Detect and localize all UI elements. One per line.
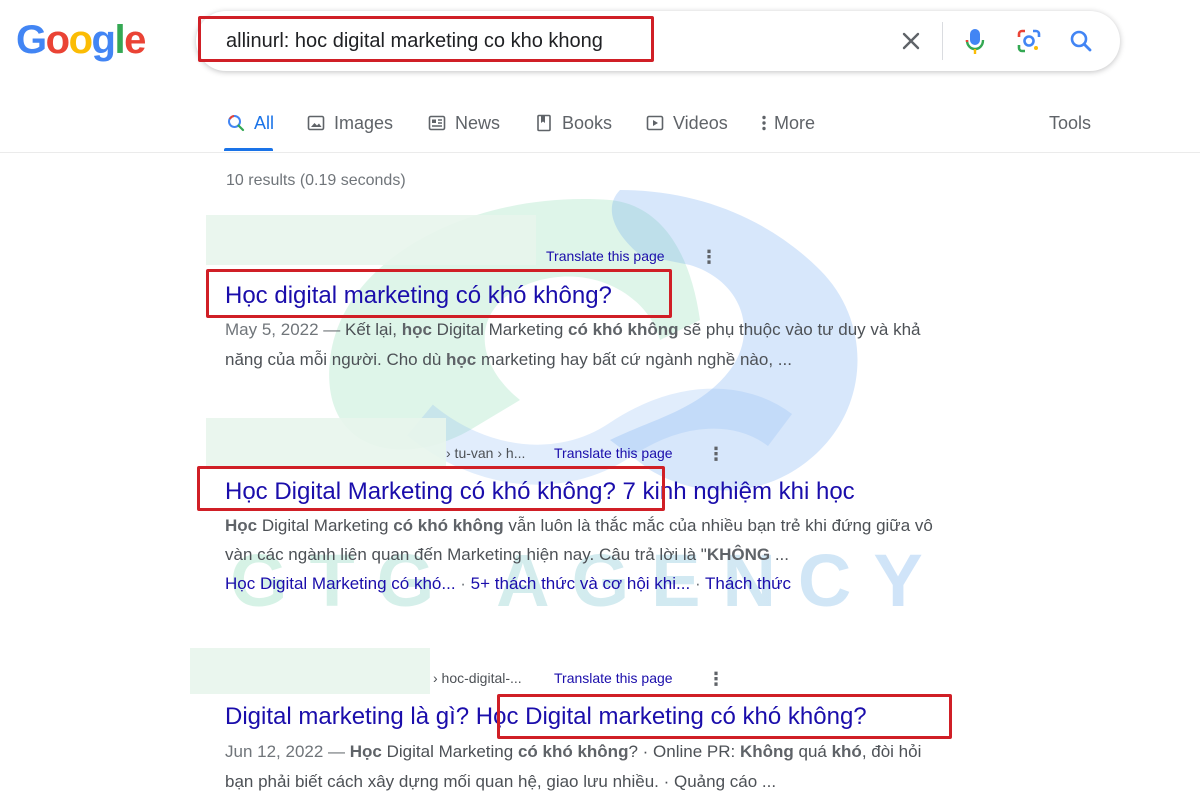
sitelink[interactable]: Học Digital Marketing có khó... <box>225 574 456 593</box>
result-breadcrumb[interactable]: › hoc-digital-... <box>433 670 522 686</box>
result-title[interactable]: Học Digital Marketing có khó không? 7 ki… <box>225 478 855 506</box>
google-logo[interactable]: Google <box>16 18 146 62</box>
tools-button[interactable]: Tools <box>1049 110 1091 136</box>
snippet-text: , đòi hỏi <box>861 742 922 761</box>
snippet-text: Kết lại, <box>345 320 402 339</box>
news-icon <box>427 113 447 133</box>
tab-books[interactable]: Books <box>534 110 612 136</box>
logo-letter: g <box>91 18 116 62</box>
snippet-keyword: học <box>446 350 477 369</box>
snippet-text: Digital Marketing <box>431 320 569 339</box>
logo-letter: e <box>124 18 146 62</box>
tab-label: News <box>455 112 501 133</box>
snippet-text: quá <box>793 742 832 761</box>
snippet-text: bạn phải biết cách xây dựng mối quan hệ,… <box>225 772 777 791</box>
result-date: May 5, 2022 — <box>225 320 346 339</box>
result-date: Jun 12, 2022 — <box>225 742 350 761</box>
tab-all[interactable]: All <box>226 110 274 136</box>
logo-letter: G <box>16 18 47 62</box>
snippet-text: sẽ phụ thuộc vào tư duy và khả <box>678 320 921 339</box>
result-title-main: Học Digital marketing có khó không? <box>475 703 867 730</box>
logo-letter: o <box>68 18 93 62</box>
snippet-keyword: có khó không <box>568 320 679 339</box>
result-snippet-line: vàn các ngành liên quan đến Marketing hi… <box>225 540 789 570</box>
search-input[interactable]: allinurl: hoc digital marketing co kho k… <box>226 30 603 53</box>
more-vert-icon <box>758 113 770 133</box>
tab-videos[interactable]: Videos <box>645 110 728 136</box>
translate-link[interactable]: Translate this page <box>546 248 665 264</box>
snippet-text: Digital Marketing <box>381 742 518 761</box>
redacted-url-block <box>206 215 536 265</box>
result-breadcrumb[interactable]: › tu-van › h... <box>446 445 525 461</box>
result-snippet-line: Jun 12, 2022 — Học Digital Marketing có … <box>225 737 921 767</box>
snippet-keyword: Học <box>225 516 258 535</box>
result-title-prefix: Digital marketing là gì? <box>225 703 476 730</box>
snippet-keyword: KHÔNG <box>706 545 771 564</box>
more-options-icon[interactable]: ⋮ <box>700 248 718 266</box>
snippet-text: ? · Online PR: <box>628 742 740 761</box>
result-title[interactable]: Digital marketing là gì? Học Digital mar… <box>225 703 867 731</box>
active-tab-indicator <box>224 148 273 151</box>
snippet-text: ... <box>770 545 790 564</box>
search-icon[interactable] <box>1066 26 1096 56</box>
snippet-text: vẫn luôn là thắc mắc của nhiều bạn trẻ k… <box>503 516 933 535</box>
tab-label: More <box>774 112 816 133</box>
tab-images[interactable]: Images <box>306 110 393 136</box>
snippet-text: vàn các ngành liên quan đến Marketing hi… <box>225 545 707 564</box>
translate-link[interactable]: Translate this page <box>554 670 673 686</box>
result-snippet-line: bạn phải biết cách xây dựng mối quan hệ,… <box>225 767 776 797</box>
more-options-icon[interactable]: ⋮ <box>707 670 725 688</box>
redacted-url-block <box>190 648 430 694</box>
result-title-main: Học Digital Marketing có khó không? <box>225 478 616 505</box>
result-title-extra: 7 kinh nghiệm khi học <box>615 478 855 505</box>
tabs-divider <box>0 152 1200 153</box>
book-icon <box>534 113 554 133</box>
tab-label: Videos <box>673 112 728 133</box>
result-title[interactable]: Học digital marketing có khó không? <box>225 282 612 310</box>
result-sitelinks: Học Digital Marketing có khó... · 5+ thá… <box>225 574 791 594</box>
logo-letter: o <box>45 18 70 62</box>
logo-letter: l <box>114 18 125 62</box>
translate-link[interactable]: Translate this page <box>554 445 673 461</box>
tools-label: Tools <box>1049 112 1092 133</box>
sitelink[interactable]: 5+ thách thức và cơ hội khi... <box>471 574 691 593</box>
search-box-divider <box>942 22 943 60</box>
tab-label: All <box>254 112 275 133</box>
snippet-keyword: khó <box>831 742 862 761</box>
more-options-icon[interactable]: ⋮ <box>707 445 725 463</box>
snippet-keyword: có khó không <box>517 742 629 761</box>
snippet-keyword: học <box>401 320 432 339</box>
lens-icon[interactable] <box>1014 26 1044 56</box>
tab-more[interactable]: More <box>758 110 815 136</box>
tab-news[interactable]: News <box>427 110 500 136</box>
snippet-text: năng của mỗi người. Cho dù <box>225 350 446 369</box>
tab-label: Books <box>562 112 613 133</box>
microphone-icon[interactable] <box>960 26 990 56</box>
redacted-url-block <box>206 418 446 466</box>
sitelink-separator: · <box>455 574 471 593</box>
sitelink[interactable]: Thách thức <box>705 574 791 593</box>
result-snippet-line: năng của mỗi người. Cho dù học marketing… <box>225 345 792 375</box>
result-snippet-line: May 5, 2022 — Kết lại, học Digital Marke… <box>225 315 921 345</box>
snippet-keyword: có khó không <box>393 516 504 535</box>
sitelink-separator: · <box>690 574 706 593</box>
result-snippet-line: Học Digital Marketing có khó không vẫn l… <box>225 511 933 541</box>
search-icon <box>226 113 246 133</box>
result-stats: 10 results (0.19 seconds) <box>226 172 406 189</box>
image-icon <box>306 113 326 133</box>
video-icon <box>645 113 665 133</box>
snippet-text: marketing hay bất cứ ngành nghề nào, ... <box>476 350 792 369</box>
close-icon[interactable] <box>896 26 926 56</box>
tab-label: Images <box>334 112 394 133</box>
snippet-keyword: Không <box>739 742 794 761</box>
snippet-text: Digital Marketing <box>257 516 394 535</box>
snippet-keyword: Học <box>349 742 382 761</box>
